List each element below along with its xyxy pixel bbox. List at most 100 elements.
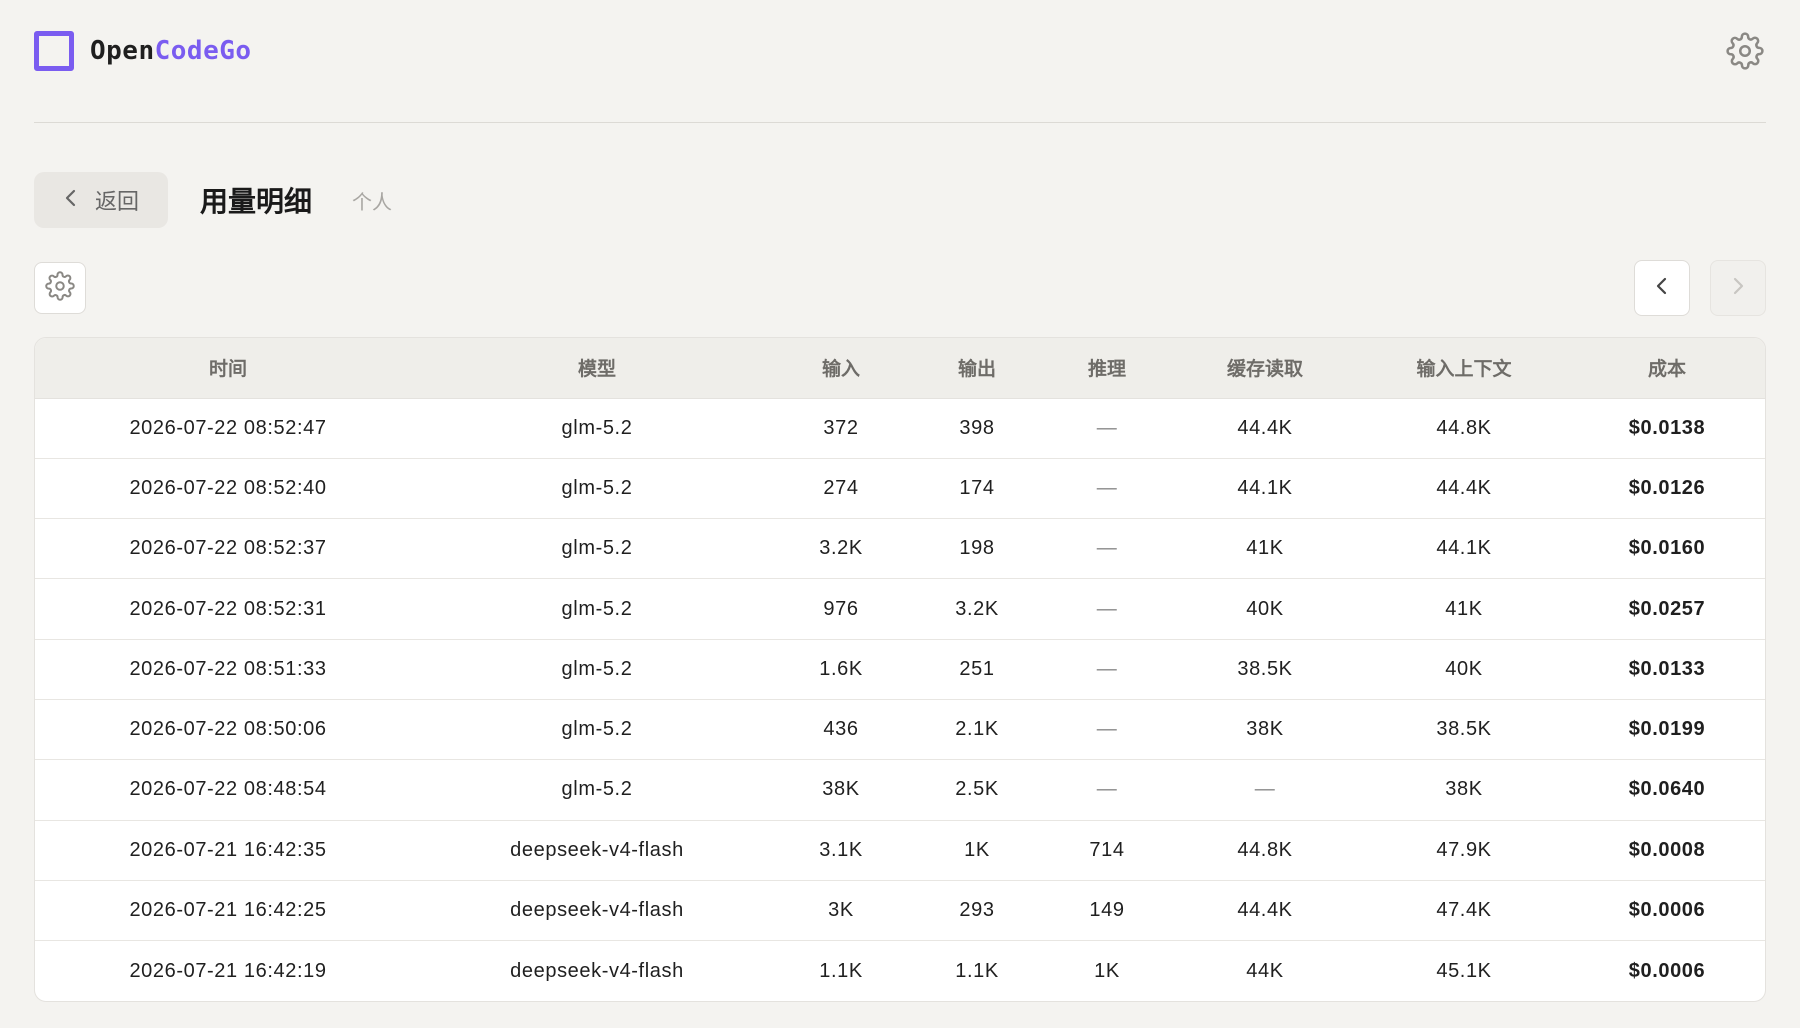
cell-cache-read: 38.5K	[1169, 639, 1361, 700]
cell-reasoning: —	[1045, 759, 1169, 821]
table-row[interactable]: 2026-07-21 16:42:25 deepseek-v4-flash 3K…	[35, 880, 1765, 942]
scope-label: 个人	[352, 191, 393, 214]
cell-cache-read: 44.4K	[1169, 398, 1361, 459]
cell-input-context: 47.4K	[1361, 880, 1567, 942]
cell-cost: $0.0640	[1567, 759, 1765, 821]
cell-model: deepseek-v4-flash	[510, 959, 684, 982]
column-settings-button[interactable]	[34, 262, 86, 314]
table-row[interactable]: 2026-07-22 08:51:33 glm-5.2 1.6K 251 — 3…	[35, 639, 1765, 700]
cell-input: 976	[773, 578, 909, 640]
cell-model: glm-5.2	[421, 699, 773, 761]
cell-reasoning: —	[1045, 639, 1169, 700]
cell-input: 3K	[773, 880, 909, 942]
cell-cost: $0.0006	[1567, 880, 1765, 942]
cell-time: 2026-07-21 16:42:35	[35, 820, 421, 881]
table-row[interactable]: 2026-07-22 08:52:40 glm-5.2 274 174 — 44…	[35, 458, 1765, 520]
column-header-reasoning[interactable]: 推理	[1045, 338, 1169, 399]
table-row[interactable]: 2026-07-22 08:52:47 glm-5.2 372 398 — 44…	[35, 398, 1765, 459]
cell-reasoning: —	[1045, 458, 1169, 520]
column-header-cost[interactable]: 成本	[1567, 338, 1765, 399]
cell-time: 2026-07-22 08:52:37	[35, 518, 421, 580]
cell-cache-read: 44.1K	[1169, 458, 1361, 520]
table-row[interactable]: 2026-07-22 08:52:31 glm-5.2 976 3.2K — 4…	[35, 578, 1765, 640]
cell-cache-read: 44.8K	[1169, 820, 1361, 881]
cell-input-context: 44.1K	[1361, 518, 1567, 580]
table-row[interactable]: 2026-07-22 08:50:06 glm-5.2 436 2.1K — 3…	[35, 699, 1765, 761]
gear-icon[interactable]	[1724, 30, 1766, 72]
prev-page-button[interactable]	[1634, 260, 1690, 316]
cell-output: 174	[909, 458, 1045, 520]
column-header-input[interactable]: 输入	[773, 338, 909, 399]
table-row[interactable]: 2026-07-21 16:42:35 deepseek-v4-flash 3.…	[35, 820, 1765, 881]
cell-model: glm-5.2	[421, 578, 773, 640]
cell-cache-read: —	[1169, 759, 1361, 821]
cell-input-context: 38K	[1361, 759, 1567, 821]
page-title: 用量明细	[200, 186, 313, 217]
cell-reasoning: —	[1045, 398, 1169, 459]
cell-input: 372	[773, 398, 909, 459]
cell-output: 293	[909, 880, 1045, 942]
cell-time: 2026-07-22 08:48:54	[35, 759, 421, 821]
cell-model: glm-5.2	[421, 639, 773, 700]
cell-input: 3.2K	[773, 518, 909, 580]
gear-icon	[45, 270, 75, 306]
table-row[interactable]: 2026-07-21 16:42:19 deepseek-v4-flash 1.…	[35, 941, 1765, 1001]
cell-reasoning: —	[1045, 518, 1169, 580]
back-button[interactable]: 返回	[34, 172, 168, 228]
chevron-left-icon	[63, 188, 79, 213]
cell-input: 1.1K	[819, 959, 863, 982]
cell-input-context: 40K	[1361, 639, 1567, 700]
cell-cost: $0.0126	[1567, 458, 1765, 520]
cell-cache-read: 40K	[1169, 578, 1361, 640]
cell-time: 2026-07-22 08:51:33	[35, 639, 421, 700]
cell-reasoning: 1K	[1094, 959, 1120, 982]
top-bar: OpenCodeGo	[34, 0, 1766, 123]
cell-cache-read: 44K	[1246, 959, 1284, 982]
cell-time: 2026-07-21 16:42:19	[129, 959, 327, 982]
cell-input: 436	[773, 699, 909, 761]
logo[interactable]: OpenCodeGo	[34, 31, 252, 71]
cell-input: 274	[773, 458, 909, 520]
cell-output: 1K	[909, 820, 1045, 881]
cell-input-context: 38.5K	[1361, 699, 1567, 761]
back-button-label: 返回	[94, 189, 139, 214]
cell-input-context: 44.8K	[1361, 398, 1567, 459]
table-row[interactable]: 2026-07-22 08:52:37 glm-5.2 3.2K 198 — 4…	[35, 518, 1765, 580]
cell-time: 2026-07-22 08:52:31	[35, 578, 421, 640]
column-header-time[interactable]: 时间	[35, 338, 421, 399]
cell-output: 3.2K	[909, 578, 1045, 640]
cell-reasoning: —	[1045, 578, 1169, 640]
column-header-cache-read[interactable]: 缓存读取	[1169, 338, 1361, 399]
cell-reasoning: 149	[1045, 880, 1169, 942]
cell-time: 2026-07-22 08:52:40	[35, 458, 421, 520]
title-row: 返回 用量明细 个人	[34, 172, 392, 228]
cell-model: glm-5.2	[421, 458, 773, 520]
logo-mark	[34, 31, 74, 71]
cell-input: 1.6K	[773, 639, 909, 700]
cell-time: 2026-07-21 16:42:25	[35, 880, 421, 942]
cell-time: 2026-07-22 08:52:47	[35, 398, 421, 459]
cell-cost: $0.0257	[1567, 578, 1765, 640]
column-header-model[interactable]: 模型	[421, 338, 773, 399]
cell-output: 198	[909, 518, 1045, 580]
cell-output: 2.1K	[909, 699, 1045, 761]
table-row[interactable]: 2026-07-22 08:48:54 glm-5.2 38K 2.5K — —…	[35, 759, 1765, 821]
cell-input: 3.1K	[773, 820, 909, 881]
cell-model: deepseek-v4-flash	[421, 820, 773, 881]
table-header-row: 时间 模型 输入 输出 推理 缓存读取 输入上下文 成本	[35, 338, 1765, 399]
cell-cost: $0.0160	[1567, 518, 1765, 580]
cell-input: 38K	[773, 759, 909, 821]
cell-cache-read: 44.4K	[1169, 880, 1361, 942]
cell-model: glm-5.2	[421, 518, 773, 580]
chevron-right-icon	[1730, 276, 1746, 301]
cell-output: 398	[909, 398, 1045, 459]
cell-reasoning: —	[1045, 699, 1169, 761]
column-header-output[interactable]: 输出	[909, 338, 1045, 399]
logo-text-open: Open	[90, 36, 155, 66]
cell-input-context: 45.1K	[1436, 959, 1492, 982]
usage-table: 时间 模型 输入 输出 推理 缓存读取 输入上下文 成本 2026-07-22 …	[34, 337, 1766, 1002]
column-header-input-context[interactable]: 输入上下文	[1361, 338, 1567, 399]
next-page-button[interactable]	[1710, 260, 1766, 316]
cell-input-context: 44.4K	[1361, 458, 1567, 520]
cell-cost: $0.0133	[1567, 639, 1765, 700]
